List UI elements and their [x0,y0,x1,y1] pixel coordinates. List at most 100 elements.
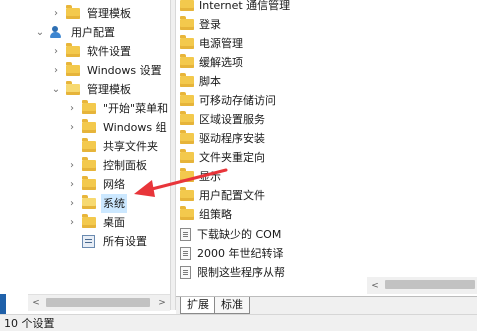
folder-icon [180,130,194,144]
list-item[interactable]: 限制这些程序从帮 [180,263,285,282]
expander-empty [66,137,78,156]
folder-icon [66,62,80,76]
chevron-right-icon[interactable]: › [66,99,78,118]
chevron-right-icon[interactable]: › [50,4,62,23]
folder-icon [180,73,194,87]
tree-item-network[interactable]: › 网络 [66,175,127,194]
status-text: 10 个设置 [4,317,55,330]
status-bar: 10 个设置 [0,314,477,331]
list-item-label: 显示 [199,170,221,183]
list-item[interactable]: 电源管理 [180,34,243,53]
list-item-label: 区域设置服务 [199,113,265,126]
tree-item-all-settings[interactable]: 所有设置 [66,232,149,251]
folder-icon [82,214,96,228]
tree-item-label: 所有设置 [103,235,147,248]
chevron-right-icon[interactable]: › [66,213,78,232]
tree-item-shared-folders[interactable]: 共享文件夹 [66,137,160,156]
chevron-right-icon[interactable]: › [66,156,78,175]
policy-setting-icon [180,247,191,260]
chevron-right-icon[interactable]: › [66,118,78,137]
folder-icon [180,149,194,163]
settings-list-icon [82,235,95,248]
folder-icon [82,157,96,171]
folder-icon [180,16,194,30]
tree-item-desktop[interactable]: › 桌面 [66,213,127,232]
scroll-track[interactable] [383,277,477,294]
folder-open-icon [66,81,80,95]
list-item[interactable]: 组策略 [180,205,232,224]
tree-item-label: Windows 设置 [87,64,162,77]
tree-item-admin-templates-computer[interactable]: › 管理模板 [50,4,133,23]
list-item-label: 2000 年世纪转译 [197,247,284,260]
list-item[interactable]: 2000 年世纪转译 [180,244,284,263]
tree-item-label: 软件设置 [87,45,131,58]
chevron-right-icon[interactable]: › [66,194,78,213]
tree-item-system[interactable]: › 系统 [66,194,127,213]
list-item-label: 缓解选项 [199,56,243,69]
chevron-right-icon[interactable]: › [66,175,78,194]
list-item[interactable]: 文件夹重定向 [180,148,265,167]
tree-item-label: "开始"菜单和 [103,102,169,115]
folder-icon [66,5,80,19]
scroll-left-button[interactable]: < [367,278,383,294]
chevron-down-icon[interactable]: ⌄ [34,23,46,42]
list-horizontal-scrollbar[interactable]: < [367,277,477,294]
folder-icon [180,187,194,201]
tree-pane[interactable]: › 管理模板 ⌄ 用户配置 › 软件设置 › Windows 设置 ⌄ 管理模板… [0,0,170,294]
list-item-label: 脚本 [199,75,221,88]
tree-item-label: 用户配置 [71,26,115,39]
scroll-thumb[interactable] [46,298,150,307]
list-item[interactable]: 脚本 [180,72,221,91]
folder-icon [180,54,194,68]
tab-extended[interactable]: 扩展 [180,297,216,314]
tree-item-admin-templates-user[interactable]: ⌄ 管理模板 [50,80,133,99]
expander-empty [66,232,78,251]
list-item[interactable]: 用户配置文件 [180,186,265,205]
list-item[interactable]: Internet 通信管理 [180,0,290,15]
list-item[interactable]: 缓解选项 [180,53,243,72]
tree-item-user-config[interactable]: ⌄ 用户配置 [34,23,117,42]
folder-icon [180,35,194,49]
tree-item-label: 系统 [101,194,127,213]
policy-setting-icon [180,266,191,279]
tree-item-label: Windows 组 [103,121,167,134]
folder-open-icon [82,195,96,209]
folder-icon [180,111,194,125]
tree-item-control-panel[interactable]: › 控制面板 [66,156,149,175]
list-item[interactable]: 显示 [180,167,221,186]
list-item[interactable]: 区域设置服务 [180,110,265,129]
chevron-down-icon[interactable]: ⌄ [50,80,62,99]
scroll-right-button[interactable]: > [154,295,170,311]
scroll-thumb[interactable] [385,280,475,289]
scroll-track[interactable] [44,295,154,311]
list-item[interactable]: 可移动存储访问 [180,91,276,110]
tab-standard[interactable]: 标准 [214,297,250,314]
tree-item-label: 控制面板 [103,159,147,172]
tree-item-windows-settings[interactable]: › Windows 设置 [50,61,164,80]
list-item-label: 驱动程序安装 [199,132,265,145]
list-item-label: 文件夹重定向 [199,151,265,164]
folder-icon [82,138,96,152]
tree-item-start-menu[interactable]: › "开始"菜单和 [66,99,170,118]
tree-item-label: 管理模板 [87,7,131,20]
chevron-right-icon[interactable]: › [50,61,62,80]
list-item[interactable]: 驱动程序安装 [180,129,265,148]
list-item-label: 下载缺少的 COM [197,228,282,241]
tree-horizontal-scrollbar[interactable]: < > [28,294,170,311]
folder-icon [180,92,194,106]
list-item[interactable]: 下载缺少的 COM [180,225,281,244]
tree-item-windows-components[interactable]: › Windows 组 [66,118,169,137]
list-item[interactable]: 登录 [180,15,221,34]
view-tab-strip: 扩展 标准 [176,296,477,314]
tree-item-software-settings[interactable]: › 软件设置 [50,42,133,61]
list-item-label: 组策略 [199,208,232,221]
folder-icon [180,0,194,11]
scroll-left-button[interactable]: < [28,295,44,311]
users-icon [50,26,64,39]
list-item-label: 电源管理 [199,37,243,50]
list-item-label: 登录 [199,18,221,31]
settings-list-pane[interactable]: Internet 通信管理 登录 电源管理 缓解选项 脚本 可移动存储访问 区域… [176,0,477,290]
chevron-right-icon[interactable]: › [50,42,62,61]
tree-item-label: 共享文件夹 [103,140,158,153]
tree-item-label: 桌面 [103,216,125,229]
